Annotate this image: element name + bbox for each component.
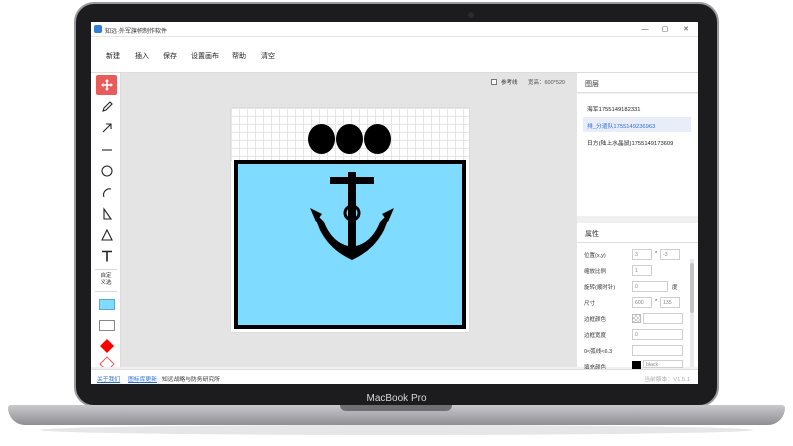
triangle-tool[interactable] — [96, 225, 117, 245]
border-color-input[interactable] — [643, 313, 683, 324]
status-bar: 关于我们 图标库更新 知远战略与防务研究所 当前版本：V1.5.1 — [91, 369, 698, 384]
pencil-icon — [101, 101, 113, 112]
white-diamond-icon — [98, 356, 115, 367]
arrow-icon — [102, 123, 112, 133]
reference-line-checkbox[interactable] — [491, 79, 497, 85]
right-panel: 图层 海军1755149182331 排_分遣队1755149236963 日方… — [577, 73, 698, 371]
triangle-icon — [100, 228, 113, 241]
about-us-link[interactable]: 关于我们 — [97, 374, 120, 383]
black-circle-3[interactable] — [364, 124, 391, 154]
icon-library-update-link[interactable]: 图标库更新 — [128, 374, 157, 383]
laptop-shadow — [40, 425, 753, 435]
text-tool[interactable] — [96, 246, 117, 266]
pencil-tool[interactable] — [96, 97, 117, 117]
swatch-white-diamond[interactable] — [96, 355, 117, 367]
line-icon — [101, 149, 112, 151]
text-icon — [101, 250, 112, 262]
border-width-input[interactable]: 0 — [632, 329, 683, 340]
properties-panel-title: 属性 — [577, 223, 698, 243]
menu-clear[interactable]: 清空 — [261, 51, 275, 61]
black-circle-1[interactable] — [308, 124, 335, 154]
border-color-swatch[interactable] — [632, 314, 641, 323]
right-triangle-icon — [102, 207, 112, 220]
black-circle-2[interactable] — [336, 124, 363, 154]
camera-dot — [468, 12, 474, 18]
reference-line-label: 参考线 — [501, 80, 518, 86]
window-title: 知远·外军旗帜制作软件 — [105, 29, 167, 35]
border-color-label: 边框颜色 — [584, 317, 607, 323]
canvas-size-label: 宽高：600*520 — [528, 80, 565, 86]
white-rect-icon — [98, 319, 115, 331]
move-icon — [100, 79, 113, 91]
menu-help[interactable]: 帮助 — [232, 51, 246, 61]
toolbar-separator — [95, 269, 117, 270]
position-separator: * — [655, 251, 658, 257]
layer-item-2[interactable]: 排_分遣队1755149236963 — [583, 117, 691, 132]
tool-palette: 自定 义选 — [91, 73, 121, 367]
arc-label: 0<弧线<6.3 — [584, 349, 613, 355]
custom-shape-button[interactable]: 自定 义选 — [94, 273, 118, 287]
swatch-red-diamond[interactable] — [96, 336, 117, 356]
work-area: 参考线 宽高：600*520 — [121, 73, 577, 367]
laptop-notch — [340, 405, 452, 411]
scale-input[interactable]: 1 — [632, 265, 652, 276]
scale-label: 缩放比例 — [584, 269, 607, 275]
move-tool[interactable] — [96, 75, 117, 95]
position-label: 位置(x,y) — [584, 253, 606, 259]
menu-new[interactable]: 新建 — [106, 51, 120, 61]
title-bar: 知远·外军旗帜制作软件 — ▢ ✕ — [91, 22, 698, 37]
arrow-tool[interactable] — [96, 118, 117, 138]
menu-save[interactable]: 保存 — [163, 51, 177, 61]
line-tool[interactable] — [96, 140, 117, 160]
flag-body[interactable] — [234, 160, 466, 329]
layers-panel-title: 图层 — [577, 73, 698, 93]
layer-item-1[interactable]: 海军1755149182331 — [583, 100, 691, 115]
menu-canvas-settings[interactable]: 设置画布 — [191, 51, 219, 61]
swatch-white[interactable] — [96, 315, 117, 335]
layer-list: 海军1755149182331 排_分遣队1755149236963 日方(陆上… — [577, 94, 698, 216]
fill-color-input[interactable]: black — [643, 360, 683, 368]
minimize-button[interactable]: — — [636, 24, 654, 35]
laptop-brand-label: MacBook Pro — [366, 393, 427, 404]
rotation-unit: 度 — [672, 285, 678, 291]
size-width-input[interactable]: 600 — [632, 297, 652, 308]
properties-panel: 位置(x,y) 3 * -3 缩放比例 1 旋转(顺时针) 0 度 尺寸 600… — [577, 243, 698, 367]
size-height-input[interactable]: 135 — [660, 297, 680, 308]
arc-icon — [102, 188, 111, 198]
red-diamond-icon — [99, 339, 114, 353]
circle-icon — [100, 165, 113, 177]
menu-insert[interactable]: 插入 — [135, 51, 149, 61]
toolbar-separator — [95, 291, 117, 292]
swatch-light-blue[interactable] — [96, 294, 117, 314]
border-width-label: 边框宽度 — [584, 333, 607, 339]
right-triangle-tool[interactable] — [96, 204, 117, 224]
version-label: 当前版本：V1.5.1 — [644, 377, 690, 383]
layer-item-3[interactable]: 日方(陆上水晶鼠)1755149173609 — [583, 134, 691, 149]
arc-tool[interactable] — [96, 183, 117, 203]
anchor-icon[interactable] — [308, 172, 398, 264]
properties-scroll-thumb[interactable] — [690, 263, 694, 313]
circle-tool[interactable] — [96, 161, 117, 181]
position-x-input[interactable]: 3 — [632, 249, 652, 260]
organization-label: 知远战略与防务研究所 — [162, 377, 220, 383]
light-blue-rect-icon — [98, 298, 115, 310]
flag-canvas[interactable] — [231, 108, 469, 332]
close-button[interactable]: ✕ — [677, 24, 695, 35]
app-screen: 知远·外军旗帜制作软件 — ▢ ✕ 新建 插入 保存 设置画布 帮助 清空 自定… — [91, 22, 698, 384]
arc-input[interactable] — [632, 345, 683, 356]
rotation-label: 旋转(顺时针) — [584, 285, 616, 291]
maximize-button[interactable]: ▢ — [656, 24, 674, 35]
position-y-input[interactable]: -3 — [660, 249, 680, 260]
size-separator: * — [655, 299, 658, 305]
rotation-input[interactable]: 0 — [632, 281, 668, 292]
size-label: 尺寸 — [584, 301, 596, 307]
app-icon — [94, 25, 102, 33]
menu-bar: 新建 插入 保存 设置画布 帮助 清空 — [91, 37, 698, 73]
